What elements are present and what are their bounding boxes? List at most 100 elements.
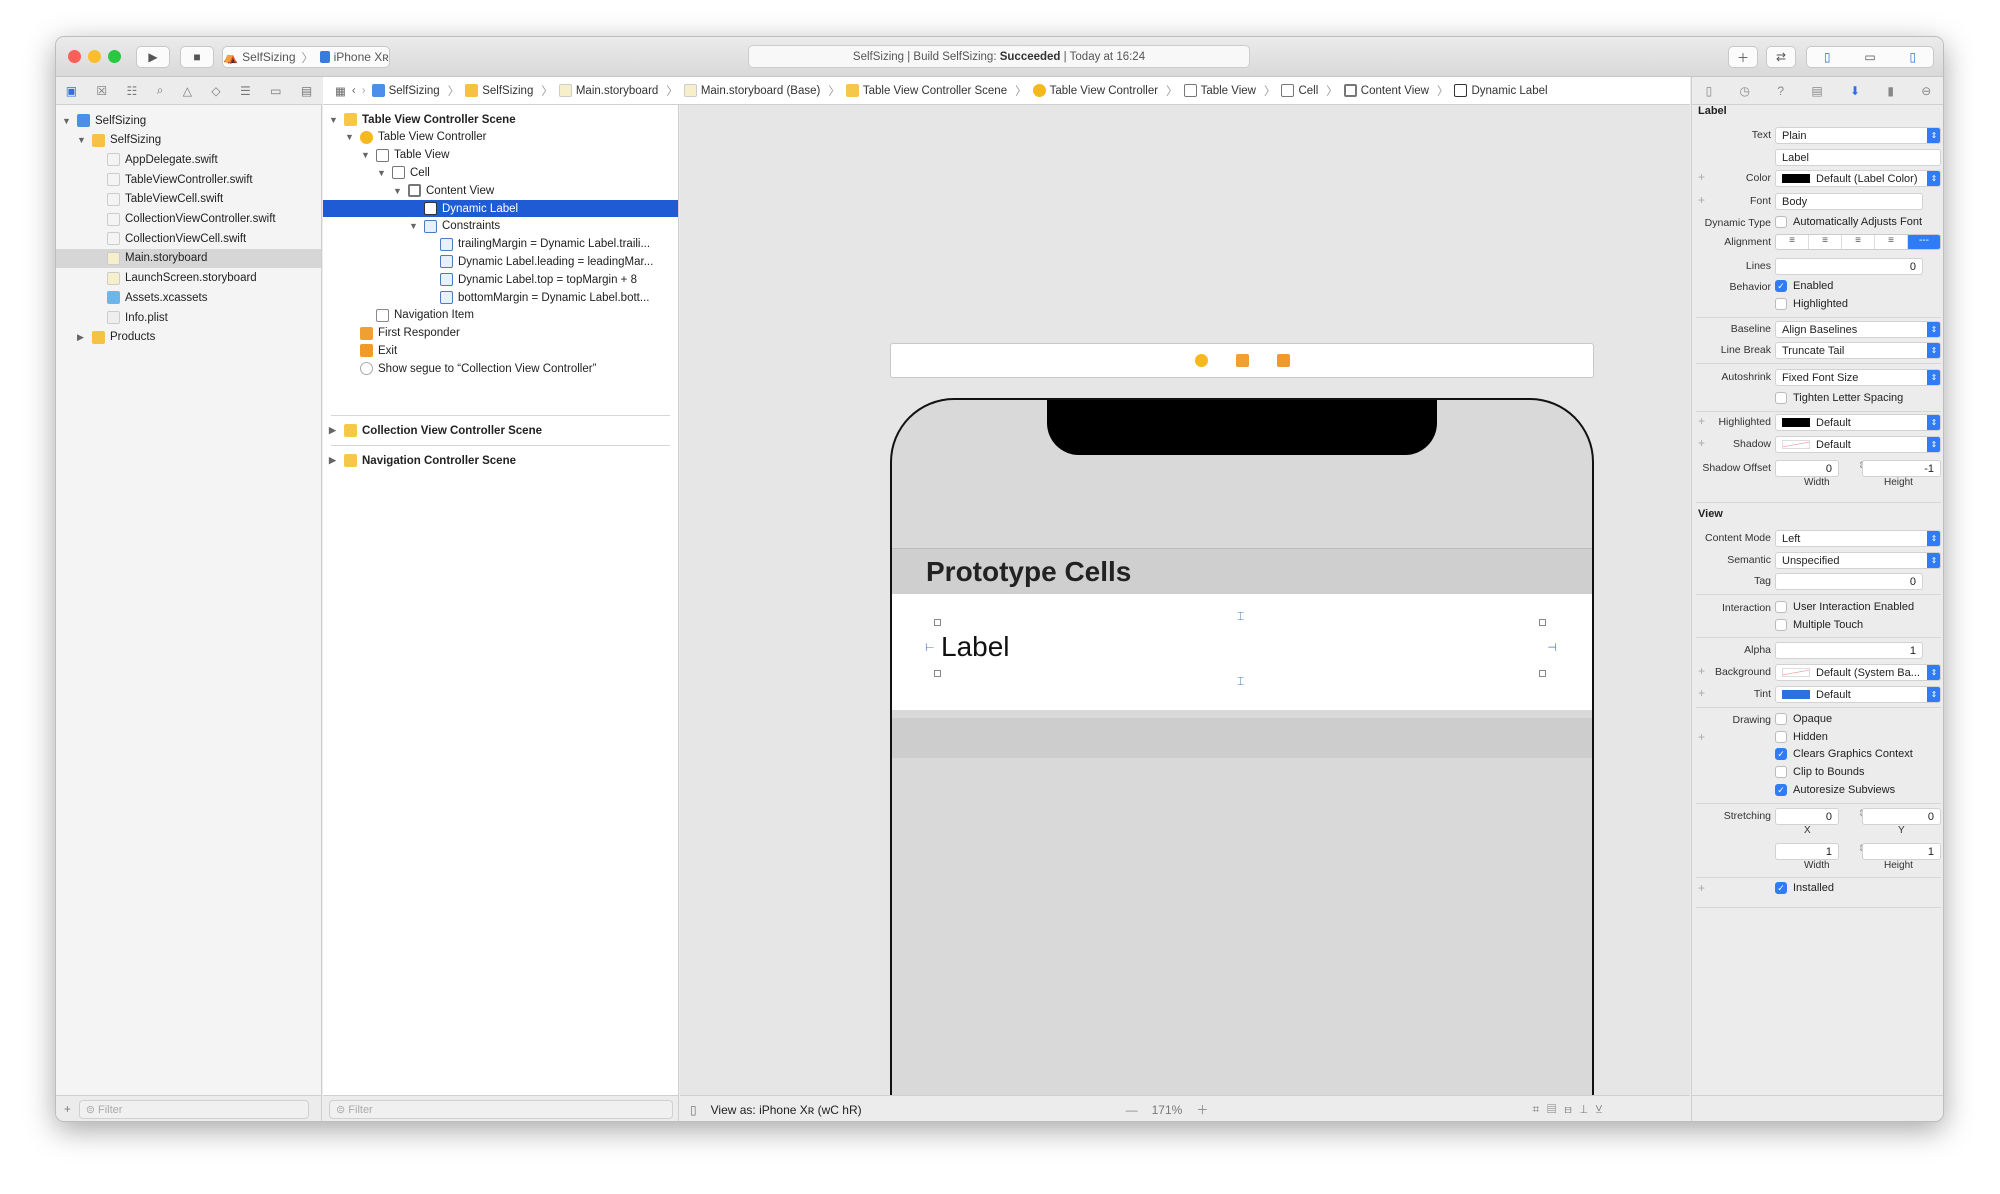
navigator-item[interactable]: ▼ SelfSizing: [56, 111, 321, 130]
symbol-navigator-icon[interactable]: ☷: [127, 84, 138, 98]
related-items-icon[interactable]: ▦: [335, 84, 346, 98]
stepper-icon[interactable]: ⇕: [1943, 460, 1944, 471]
close-button[interactable]: [68, 50, 81, 63]
stepper-icon[interactable]: ⇕: [1943, 193, 1944, 204]
stop-button[interactable]: ■: [180, 46, 214, 68]
navigator-item[interactable]: TableViewCell.swift: [56, 190, 321, 209]
breadcrumb-item[interactable]: SelfSizing: [371, 84, 440, 97]
outline-item[interactable]: First Responder: [323, 325, 678, 342]
stepper-icon[interactable]: ⇕: [1943, 808, 1944, 819]
disclosure-triangle-icon[interactable]: ▶: [329, 455, 339, 466]
zoom-in-icon[interactable]: ＋: [1196, 1101, 1208, 1118]
align-natural-icon[interactable]: ---: [1908, 235, 1940, 249]
stepper-icon[interactable]: ⇕: [1943, 843, 1944, 854]
checkbox-opaque[interactable]: Opaque: [1775, 713, 1832, 725]
connections-inspector-icon[interactable]: ⊖: [1921, 84, 1931, 98]
breadcrumb-item[interactable]: 〉 Main.storyboard (Base): [664, 83, 820, 99]
disclosure-triangle-icon[interactable]: ▼: [329, 115, 339, 125]
autoshrink-popup[interactable]: Fixed Font Size ⇕: [1775, 369, 1941, 386]
source-control-icon[interactable]: ☒: [96, 84, 107, 98]
add-variation-icon[interactable]: +: [1698, 730, 1705, 744]
toggle-outline-icon[interactable]: ▯: [690, 1103, 697, 1117]
align-right-icon[interactable]: ≡: [1842, 235, 1875, 249]
toggle-inspector-icon[interactable]: ▯: [1909, 50, 1916, 64]
checkbox-autoresize[interactable]: ✓ Autoresize Subviews: [1775, 784, 1895, 796]
help-inspector-icon[interactable]: ?: [1777, 84, 1784, 98]
checkbox-installed[interactable]: ✓ Installed: [1775, 882, 1834, 894]
highlighted-color-popup[interactable]: Default ⇕: [1775, 414, 1941, 431]
navigator-item[interactable]: Info.plist: [56, 308, 321, 327]
checkbox-multiple_touch[interactable]: Multiple Touch: [1775, 619, 1863, 631]
breadcrumb-item[interactable]: 〉 Table View Controller: [1013, 83, 1158, 99]
outline-item[interactable]: ▼ Content View: [323, 182, 678, 199]
navigator-item[interactable]: CollectionViewController.swift: [56, 210, 321, 229]
align-left-icon[interactable]: ≡: [1776, 235, 1809, 249]
disclosure-triangle-icon[interactable]: ▶: [329, 425, 339, 436]
test-icon[interactable]: ◇: [211, 84, 220, 98]
leading-constraint-icon[interactable]: ⊢: [925, 641, 935, 654]
zoom-button[interactable]: [108, 50, 121, 63]
forward-icon[interactable]: ›: [362, 85, 366, 97]
size-inspector-icon[interactable]: ▮: [1887, 84, 1894, 98]
checkbox-clears[interactable]: ✓ Clears Graphics Context: [1775, 748, 1913, 760]
alpha-field[interactable]: 1: [1775, 642, 1923, 659]
checkbox-tighten[interactable]: Tighten Letter Spacing: [1775, 392, 1903, 404]
line-break-popup[interactable]: Truncate Tail ⇕: [1775, 342, 1941, 359]
disclosure-triangle-icon[interactable]: ▼: [345, 132, 355, 142]
top-constraint-icon[interactable]: ⌶: [1237, 609, 1244, 624]
navigator-item[interactable]: AppDelegate.swift: [56, 150, 321, 169]
outline-item[interactable]: Show segue to “Collection View Controlle…: [323, 360, 678, 377]
breadcrumb-item[interactable]: 〉 SelfSizing: [446, 83, 533, 99]
file-inspector-icon[interactable]: ▯: [1706, 84, 1713, 98]
minimize-button[interactable]: [88, 50, 101, 63]
scheme-selector[interactable]: ⛺ SelfSizing 〉 iPhone Xʀ: [222, 46, 390, 68]
label-text-field[interactable]: Label: [1775, 149, 1941, 166]
disclosure-triangle-icon[interactable]: ▼: [361, 150, 371, 160]
view-as-button[interactable]: View as: iPhone Xʀ (wC hR): [711, 1103, 862, 1117]
navigator-item[interactable]: CollectionViewCell.swift: [56, 229, 321, 248]
outline-item[interactable]: ▼ Table View Controller Scene: [323, 111, 678, 128]
disclosure-triangle-icon[interactable]: ▶: [77, 332, 87, 343]
outline-filter-input[interactable]: ⊜ Filter: [329, 1100, 673, 1119]
outline-item[interactable]: bottomMargin = Dynamic Label.bott...: [323, 289, 678, 306]
layout-tools-icons[interactable]: ⌗▤⊟⊥⊻: [1532, 1102, 1610, 1117]
toggle-debug-icon[interactable]: ▭: [1864, 50, 1875, 64]
stepper-icon[interactable]: ⇕: [1943, 642, 1944, 653]
outline-item[interactable]: Dynamic Label: [323, 200, 678, 217]
stepper-icon[interactable]: ⇕: [1943, 573, 1944, 584]
code-review-button[interactable]: ⇄: [1766, 46, 1796, 68]
breadcrumb-item[interactable]: 〉 Main.storyboard: [539, 83, 658, 99]
identity-inspector-icon[interactable]: ▤: [1811, 84, 1822, 98]
baseline-popup[interactable]: Align Baselines ⇕: [1775, 321, 1941, 338]
disclosure-triangle-icon[interactable]: ▼: [377, 168, 387, 178]
project-navigator-icon[interactable]: ▣: [66, 84, 77, 98]
back-icon[interactable]: ‹: [352, 85, 356, 97]
align-center-icon[interactable]: ≡: [1809, 235, 1842, 249]
library-button[interactable]: ＋: [1728, 46, 1758, 68]
navigator-filter-input[interactable]: ⊜ Filter: [78, 1100, 309, 1119]
shadow-width-field[interactable]: 0: [1775, 460, 1839, 477]
dynamic-label[interactable]: Label: [941, 631, 1010, 663]
navigator-item[interactable]: TableViewController.swift: [56, 170, 321, 189]
tag-field[interactable]: 0: [1775, 573, 1923, 590]
alignment-segmented-control[interactable]: ≡ ≡ ≡ ≡ ---: [1775, 234, 1941, 250]
lines-field[interactable]: 0: [1775, 258, 1923, 275]
navigator-item[interactable]: Assets.xcassets: [56, 288, 321, 307]
outline-item[interactable]: trailingMargin = Dynamic Label.traili...: [323, 236, 678, 253]
checkbox-dynamic_type_value[interactable]: Automatically Adjusts Font: [1775, 216, 1922, 228]
shadow-color-popup[interactable]: Default ⇕: [1775, 436, 1941, 453]
breadcrumb-item[interactable]: 〉 Content View: [1324, 83, 1429, 99]
outline-item[interactable]: Dynamic Label.leading = leadingMar...: [323, 253, 678, 270]
add-variation-icon[interactable]: +: [1698, 881, 1705, 895]
trailing-constraint-icon[interactable]: ⊣: [1547, 641, 1557, 654]
navigator-item[interactable]: Main.storyboard: [56, 248, 321, 268]
navigator-item[interactable]: LaunchScreen.storyboard: [56, 269, 321, 288]
attributes-inspector-icon[interactable]: ⬇: [1850, 84, 1860, 98]
breadcrumb-item[interactable]: 〉 Table View: [1164, 83, 1256, 99]
toggle-navigator-icon[interactable]: ▯: [1824, 50, 1831, 64]
navigator-item[interactable]: ▼ SelfSizing: [56, 131, 321, 150]
debug-icon[interactable]: ☰: [240, 84, 251, 98]
storyboard-canvas[interactable]: Prototype Cells ⌶ ⌶ ⊢ ⊣ Label: [680, 105, 1690, 1121]
outline-item[interactable]: Exit: [323, 342, 678, 359]
find-icon[interactable]: ⌕: [157, 83, 164, 98]
